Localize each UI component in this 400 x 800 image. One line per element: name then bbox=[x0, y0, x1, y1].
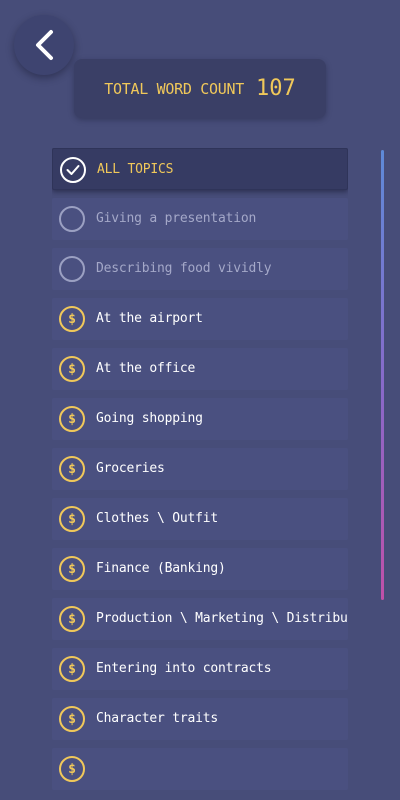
dollar-icon: $ bbox=[59, 406, 85, 432]
topic-item-groceries[interactable]: $ Groceries bbox=[52, 448, 348, 490]
topic-item-all-topics[interactable]: ALL TOPICS bbox=[52, 148, 348, 190]
topic-label: Finance (Banking) bbox=[96, 561, 226, 576]
dollar-icon: $ bbox=[59, 706, 85, 732]
topic-label: Character traits bbox=[96, 711, 219, 726]
topic-item-going-shopping[interactable]: $ Going shopping bbox=[52, 398, 348, 440]
topic-item-production-marketing-distribution[interactable]: $ Production \ Marketing \ Distribution bbox=[52, 598, 348, 640]
topic-item-at-the-office[interactable]: $ At the office bbox=[52, 348, 348, 390]
chevron-left-icon bbox=[36, 30, 53, 60]
dollar-icon: $ bbox=[59, 656, 85, 682]
topic-label: ALL TOPICS bbox=[97, 162, 174, 177]
topic-item-character-traits[interactable]: $ Character traits bbox=[52, 698, 348, 740]
topic-label: Describing food vividly bbox=[96, 261, 272, 276]
list-scrollbar[interactable] bbox=[381, 150, 384, 600]
topic-item-describing-food-vividly[interactable]: Describing food vividly bbox=[52, 248, 348, 290]
topic-list[interactable]: ALL TOPICS Giving a presentation Describ… bbox=[52, 148, 348, 800]
topic-label: At the airport bbox=[96, 311, 203, 326]
topic-item-partial[interactable]: $ bbox=[52, 748, 348, 790]
topic-item-at-the-airport[interactable]: $ At the airport bbox=[52, 298, 348, 340]
topic-label: Giving a presentation bbox=[96, 211, 257, 226]
topic-label: Entering into contracts bbox=[96, 661, 272, 676]
dollar-icon: $ bbox=[59, 556, 85, 582]
topic-label: At the office bbox=[96, 361, 196, 376]
word-count-value: 107 bbox=[255, 76, 296, 101]
topic-item-clothes-outfit[interactable]: $ Clothes \ Outfit bbox=[52, 498, 348, 540]
empty-circle-icon bbox=[59, 206, 85, 232]
dollar-icon: $ bbox=[59, 456, 85, 482]
check-circle-icon bbox=[60, 157, 86, 183]
topic-label: Clothes \ Outfit bbox=[96, 511, 219, 526]
word-count-label: TOTAL WORD COUNT bbox=[104, 79, 244, 98]
dollar-icon: $ bbox=[59, 306, 85, 332]
topic-label: Production \ Marketing \ Distribution bbox=[96, 611, 348, 626]
topic-label: Groceries bbox=[96, 461, 165, 476]
topic-item-entering-into-contracts[interactable]: $ Entering into contracts bbox=[52, 648, 348, 690]
dollar-icon: $ bbox=[59, 756, 85, 782]
back-button[interactable] bbox=[14, 15, 74, 75]
dollar-icon: $ bbox=[59, 356, 85, 382]
dollar-icon: $ bbox=[59, 506, 85, 532]
topic-item-finance-banking[interactable]: $ Finance (Banking) bbox=[52, 548, 348, 590]
topic-item-giving-a-presentation[interactable]: Giving a presentation bbox=[52, 198, 348, 240]
dollar-icon: $ bbox=[59, 606, 85, 632]
empty-circle-icon bbox=[59, 256, 85, 282]
topics-screen: TOTAL WORD COUNT 107 ALL TOPICS Giving a… bbox=[0, 0, 400, 800]
topic-label: Going shopping bbox=[96, 411, 203, 426]
word-count-panel: TOTAL WORD COUNT 107 bbox=[74, 59, 326, 118]
